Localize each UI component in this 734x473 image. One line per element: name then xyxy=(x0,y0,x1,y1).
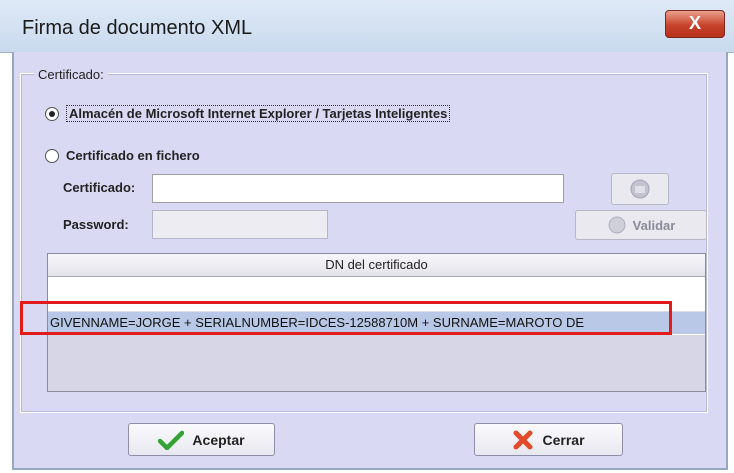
checkmark-icon xyxy=(158,430,185,450)
password-field[interactable] xyxy=(152,210,328,239)
cancel-button[interactable]: Cerrar xyxy=(474,423,623,456)
folder-icon xyxy=(628,178,652,205)
certificado-legend: Certificado: xyxy=(34,67,108,82)
certificado-field[interactable] xyxy=(152,174,564,203)
title-bar: Firma de documento XML X xyxy=(0,0,734,53)
radio-file-option[interactable]: Certificado en fichero xyxy=(45,148,200,163)
radio-store-label: Almacén de Microsoft Internet Explorer /… xyxy=(66,105,451,122)
cancel-label: Cerrar xyxy=(542,431,585,448)
accept-label: Aceptar xyxy=(192,431,245,448)
window-title: Firma de documento XML xyxy=(22,17,253,39)
browse-button[interactable] xyxy=(611,173,669,205)
certificado-field-label: Certificado: xyxy=(63,180,136,195)
accept-button[interactable]: Aceptar xyxy=(128,423,275,456)
close-button[interactable]: X xyxy=(665,10,725,38)
highlight-annotation xyxy=(20,301,672,335)
validate-label: Validar xyxy=(632,217,676,233)
dn-table-header: DN del certificado xyxy=(48,254,705,277)
radio-file-label: Certificado en fichero xyxy=(66,148,200,163)
radio-store-option[interactable]: Almacén de Microsoft Internet Explorer /… xyxy=(45,105,451,122)
table-empty-area xyxy=(48,335,705,391)
dialog-window: Firma de documento XML X Certificado: Al… xyxy=(0,0,734,473)
password-field-label: Password: xyxy=(63,217,129,232)
radio-file-button[interactable] xyxy=(45,148,59,163)
cross-icon xyxy=(512,429,534,451)
validate-icon xyxy=(607,215,627,235)
radio-store-button[interactable] xyxy=(45,106,59,121)
validate-button[interactable]: Validar xyxy=(575,210,707,240)
